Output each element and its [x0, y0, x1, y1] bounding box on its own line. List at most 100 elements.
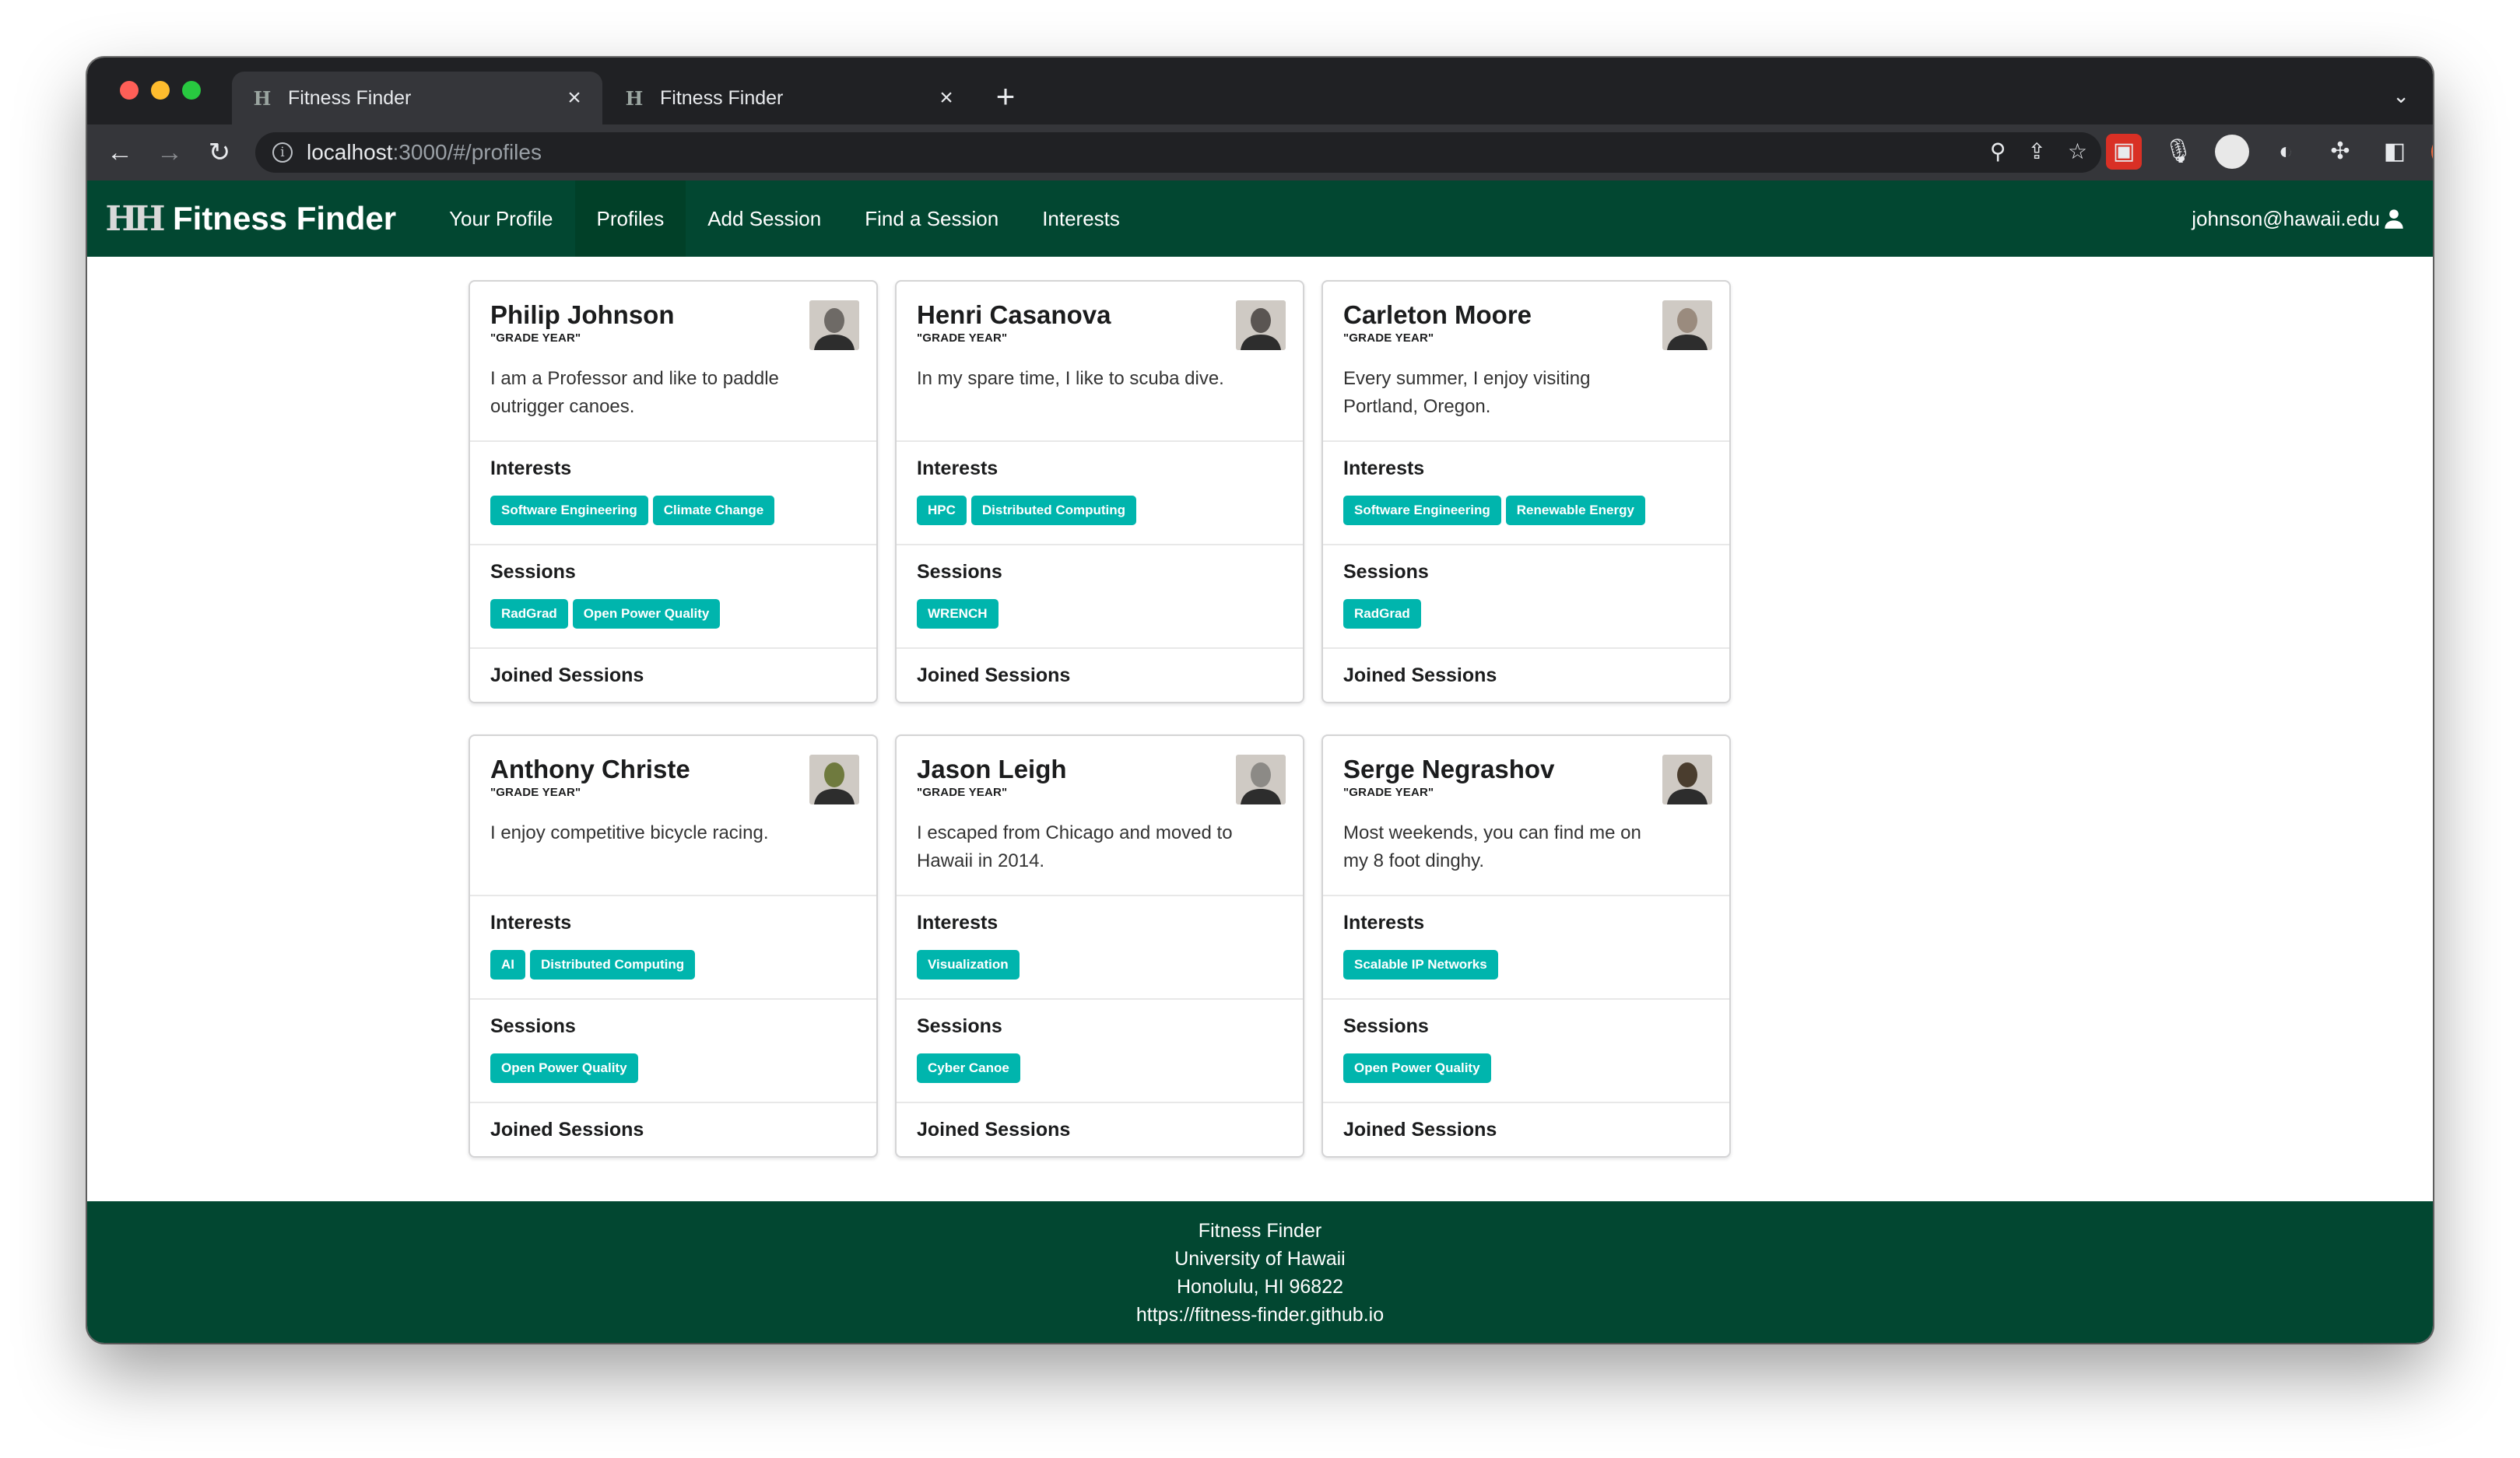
sessions-section: Sessions Open Power Quality [1323, 1000, 1729, 1103]
nav-your-profile[interactable]: Your Profile [427, 180, 574, 257]
avatar [1662, 300, 1712, 350]
maximize-window-button[interactable] [182, 81, 201, 100]
url-path: :3000/#/profiles [392, 140, 542, 164]
site-info-icon[interactable]: i [272, 142, 293, 163]
forward-arrow-icon[interactable]: → [153, 135, 187, 170]
browser-tab-active[interactable]: H Fitness Finder × [232, 72, 602, 124]
session-label[interactable]: RadGrad [1343, 599, 1421, 629]
profile-description: I enjoy competitive bicycle racing. [490, 822, 769, 843]
session-label[interactable]: Open Power Quality [1343, 1053, 1491, 1083]
nav-find-session[interactable]: Find a Session [843, 180, 1020, 257]
back-arrow-icon[interactable]: ← [103, 135, 137, 170]
sessions-title: Sessions [917, 1015, 1002, 1037]
session-labels: Open Power Quality [490, 1053, 856, 1083]
nav-add-session[interactable]: Add Session [686, 180, 843, 257]
side-panel-icon[interactable]: ◧ [2377, 134, 2413, 170]
avatar-photo [809, 300, 859, 350]
puzzle-extensions-icon[interactable]: ✣ [2322, 134, 2358, 170]
tab-close-icon[interactable]: × [563, 86, 585, 110]
sessions-section: Sessions RadGrad [1323, 545, 1729, 649]
interest-label[interactable]: Distributed Computing [530, 950, 696, 980]
footer-link[interactable]: https://fitness-finder.github.io [87, 1301, 2433, 1329]
tab-search-chevron-icon[interactable]: ⌄ [2392, 84, 2409, 108]
interests-section: Interests AI Distributed Computing [470, 896, 876, 1000]
reload-icon[interactable]: ↻ [202, 135, 237, 170]
new-tab-icon[interactable]: + [990, 80, 1021, 114]
interest-label[interactable]: AI [490, 950, 525, 980]
joined-sessions-section: Joined Sessions [470, 1103, 876, 1156]
brand[interactable]: HH Fitness Finder [105, 199, 396, 239]
nav-interests[interactable]: Interests [1020, 180, 1142, 257]
session-label[interactable]: WRENCH [917, 599, 999, 629]
interest-label[interactable]: Visualization [917, 950, 1020, 980]
profile-name: Serge Negrashov [1343, 755, 1555, 783]
interest-label[interactable]: Scalable IP Networks [1343, 950, 1498, 980]
avatar-photo [1236, 300, 1286, 350]
interest-labels: AI Distributed Computing [490, 950, 856, 980]
session-labels: Open Power Quality [1343, 1053, 1709, 1083]
interest-labels: Software Engineering Renewable Energy [1343, 496, 1709, 525]
avatar [1236, 755, 1286, 804]
interest-label[interactable]: Climate Change [652, 496, 775, 525]
joined-sessions-section: Joined Sessions [897, 1103, 1303, 1156]
session-label[interactable]: Open Power Quality [490, 1053, 638, 1083]
sessions-title: Sessions [490, 1015, 576, 1037]
interests-title: Interests [917, 912, 999, 934]
address-bar[interactable]: i localhost:3000/#/profiles ⚲ ⇪ ☆ [255, 132, 2101, 173]
interests-section: Interests Software Engineering Renewable … [1323, 442, 1729, 545]
extension-shell-icon[interactable]: ◐ [2268, 134, 2304, 170]
session-label[interactable]: Cyber Canoe [917, 1053, 1020, 1083]
session-label[interactable]: RadGrad [490, 599, 568, 629]
card-header: Carleton Moore "GRADE YEAR" Every summer… [1323, 282, 1729, 442]
profile-grade-year: "GRADE YEAR" [490, 786, 581, 799]
extensions-area: ▣ 🎙︎ ◐ ✣ ◧ ⋮ [2106, 134, 2433, 170]
joined-sessions-title: Joined Sessions [490, 1119, 644, 1141]
profile-grade-year: "GRADE YEAR" [1343, 331, 1434, 345]
profile-description: I escaped from Chicago and moved to Hawa… [917, 822, 1233, 871]
profile-card: Serge Negrashov "GRADE YEAR" Most weeken… [1321, 734, 1731, 1158]
interests-section: Interests Visualization [897, 896, 1303, 1000]
microphone-icon[interactable]: 🎙︎ [2160, 134, 2196, 170]
interest-label[interactable]: HPC [917, 496, 967, 525]
session-labels: Cyber Canoe [917, 1053, 1283, 1083]
user-menu[interactable]: johnson@hawaii.edu [2192, 180, 2405, 257]
interest-label[interactable]: Software Engineering [1343, 496, 1501, 525]
url-host: localhost [307, 140, 393, 164]
browser-tab[interactable]: H Fitness Finder × [604, 72, 974, 124]
extension-red-icon[interactable]: ▣ [2106, 134, 2142, 170]
joined-sessions-title: Joined Sessions [1343, 664, 1497, 686]
joined-sessions-title: Joined Sessions [490, 664, 644, 686]
user-email: johnson@hawaii.edu [2192, 206, 2380, 230]
sessions-title: Sessions [917, 561, 1002, 583]
nav-profiles[interactable]: Profiles [574, 180, 686, 257]
profile-grade-year: "GRADE YEAR" [917, 331, 1008, 345]
joined-sessions-title: Joined Sessions [917, 1119, 1071, 1141]
sessions-section: Sessions Cyber Canoe [897, 1000, 1303, 1103]
session-labels: WRENCH [917, 599, 1283, 629]
profile-avatar-icon[interactable] [2431, 135, 2433, 169]
profile-grade-year: "GRADE YEAR" [490, 331, 581, 345]
bookmark-star-icon[interactable]: ☆ [2068, 138, 2087, 164]
profile-description: I am a Professor and like to paddle outr… [490, 368, 779, 417]
card-header: Anthony Christe "GRADE YEAR" I enjoy com… [470, 736, 876, 896]
sessions-title: Sessions [1343, 561, 1429, 583]
interest-label[interactable]: Renewable Energy [1505, 496, 1645, 525]
session-label[interactable]: Open Power Quality [572, 599, 721, 629]
close-window-button[interactable] [120, 81, 139, 100]
joined-sessions-section: Joined Sessions [1323, 649, 1729, 702]
card-header: Jason Leigh "GRADE YEAR" I escaped from … [897, 736, 1303, 896]
interest-label[interactable]: Distributed Computing [970, 496, 1137, 525]
avatar-photo [1662, 300, 1712, 350]
minimize-window-button[interactable] [151, 81, 170, 100]
card-header: Henri Casanova "GRADE YEAR" In my spare … [897, 282, 1303, 442]
joined-sessions-section: Joined Sessions [470, 649, 876, 702]
interest-label[interactable]: Software Engineering [490, 496, 648, 525]
extension-circle-icon[interactable] [2215, 135, 2249, 169]
favicon-icon: H [253, 86, 272, 110]
zoom-icon[interactable]: ⚲ [1990, 138, 2006, 164]
share-icon[interactable]: ⇪ [2027, 138, 2045, 164]
footer: Fitness Finder University of Hawaii Hono… [87, 1201, 2433, 1343]
interests-title: Interests [490, 457, 572, 479]
tab-close-icon[interactable]: × [935, 86, 957, 110]
tab-title: Fitness Finder [660, 86, 784, 109]
